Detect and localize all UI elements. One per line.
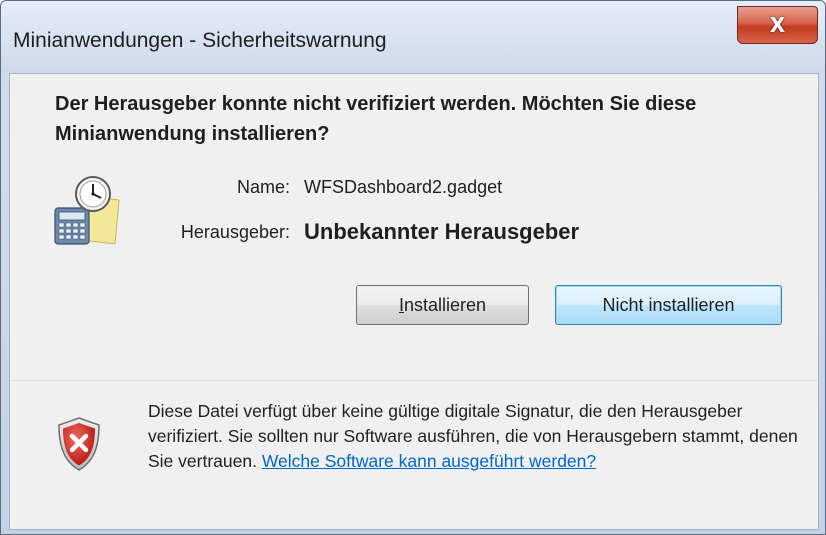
close-icon: X [769,13,786,37]
shield-icon [58,417,100,471]
dialog-content: Der Herausgeber konnte nicht verifiziert… [9,73,819,530]
dont-install-button[interactable]: Nicht installieren [555,285,782,325]
signature-warning: Diese Datei verfügt über keine gültige d… [148,399,816,474]
window-title: Minianwendungen - Sicherheitswarnung [13,29,387,52]
footer-panel: Diese Datei verfügt über keine gültige d… [10,381,818,529]
name-label: Name: [236,177,290,197]
install-button[interactable]: Installieren [356,285,529,325]
publisher-label: Herausgeber: [180,222,290,242]
dialog-window: Minianwendungen - Sicherheitswarnung X D… [0,0,826,535]
main-panel: Der Herausgeber konnte nicht verifiziert… [10,74,818,380]
close-button[interactable]: X [737,6,818,44]
name-value: WFSDashboard2.gadget [304,177,503,197]
title-bar[interactable]: Minianwendungen - Sicherheitswarnung X [1,1,825,73]
help-link[interactable]: Welche Software kann ausgeführt werden? [262,451,596,471]
dont-install-label: Nicht installieren [602,294,735,315]
publisher-value: Unbekannter Herausgeber [304,219,580,244]
install-label: Installieren [398,294,487,315]
main-instruction: Der Herausgeber konnte nicht verifiziert… [55,93,697,145]
